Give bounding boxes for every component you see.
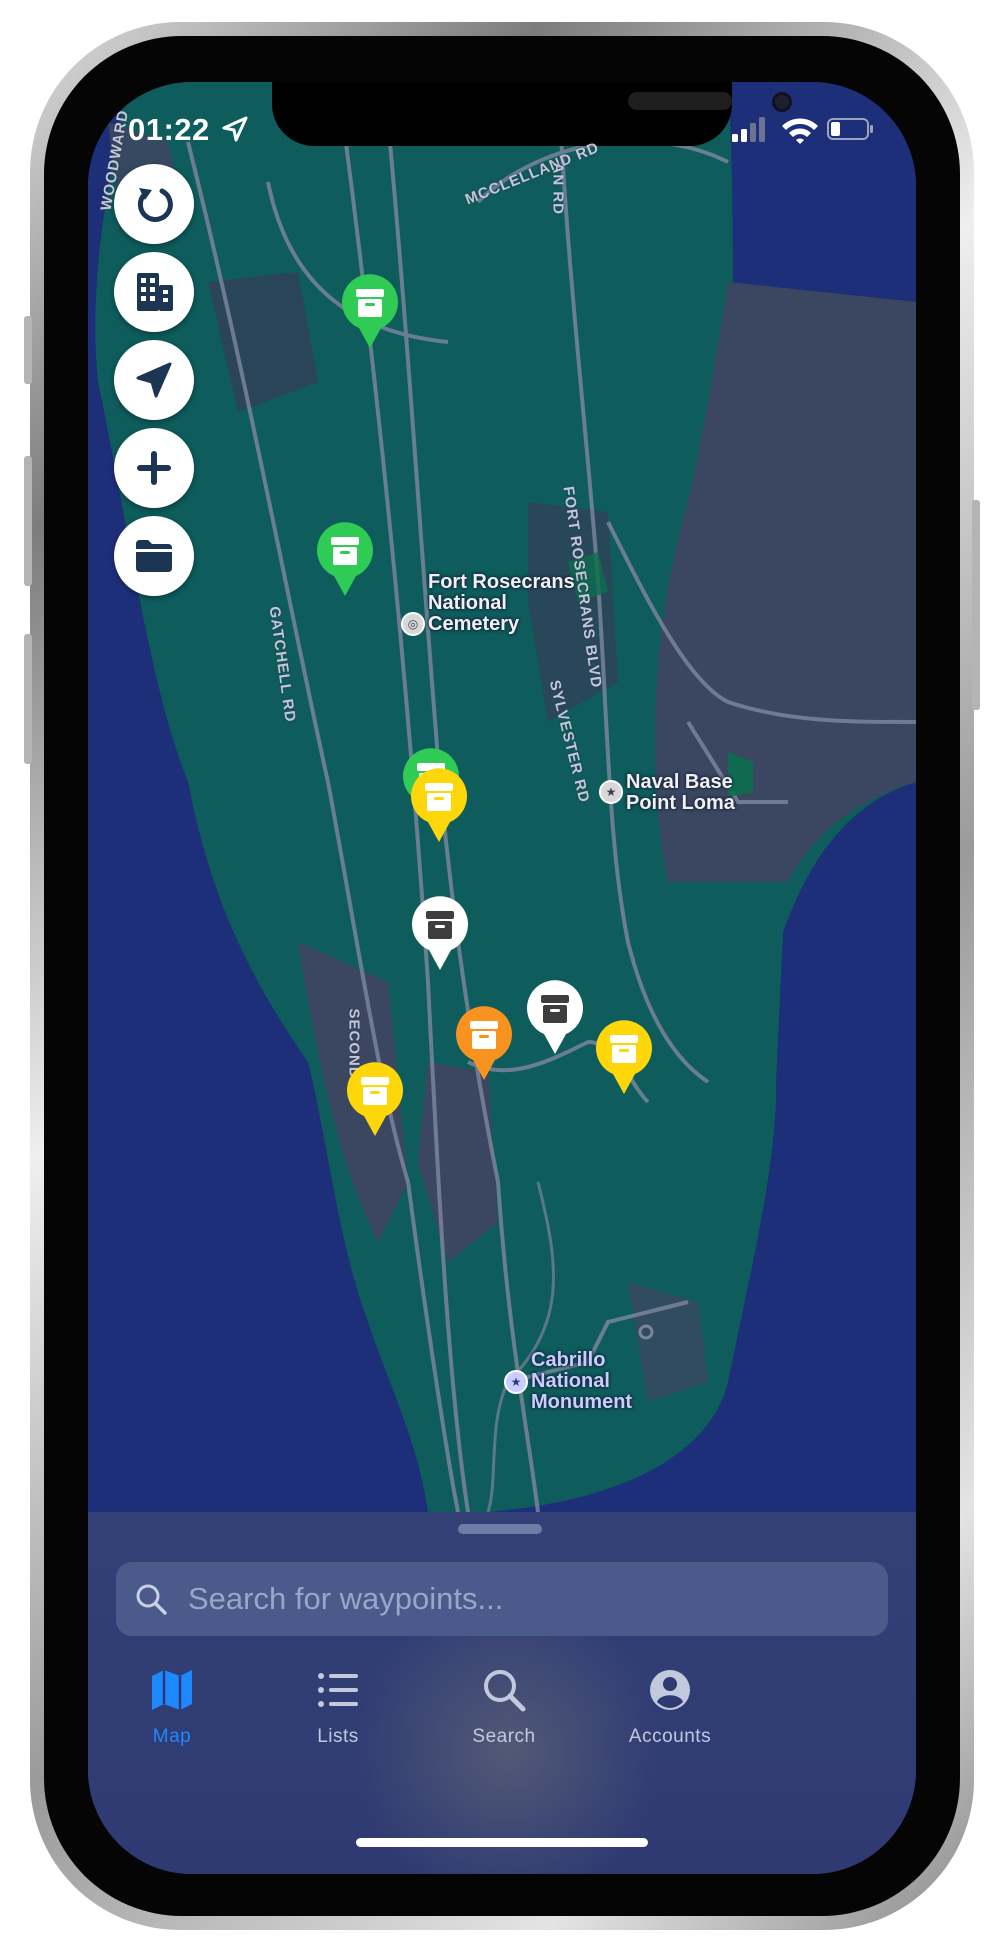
folder-icon	[136, 540, 172, 572]
bottom-sheet: Map Lists Search	[88, 1512, 916, 1874]
app-screen: 01:22 WOODWARD MCCLELLAND RD AN RD FORT …	[88, 82, 916, 1874]
speaker-grille	[628, 92, 732, 110]
search-input[interactable]	[188, 1562, 868, 1636]
power-button	[972, 500, 980, 710]
cemetery-icon: ◎	[401, 612, 425, 636]
silent-switch	[24, 316, 32, 384]
list-icon	[318, 1673, 358, 1707]
cellular-signal-icon	[732, 117, 765, 142]
tab-lists[interactable]: Lists	[266, 1668, 406, 1768]
notch	[272, 82, 792, 146]
cache-box-icon	[342, 274, 398, 348]
map-icon	[152, 1670, 192, 1710]
home-indicator	[356, 1838, 648, 1847]
locate-me-button[interactable]	[114, 340, 194, 420]
folders-button[interactable]	[114, 516, 194, 596]
cache-box-icon	[317, 522, 373, 596]
sheet-grabber[interactable]	[458, 1524, 542, 1534]
location-services-icon	[222, 116, 248, 142]
cache-box-icon	[527, 980, 583, 1054]
front-camera	[772, 92, 792, 112]
tab-label: Accounts	[628, 1726, 712, 1747]
status-indicators	[732, 117, 873, 144]
cache-box-icon	[412, 896, 468, 970]
magnifier-icon	[484, 1670, 526, 1712]
tab-label: Lists	[317, 1726, 359, 1747]
refresh-button[interactable]	[114, 164, 194, 244]
naval-base-label[interactable]: Naval Base Point Loma	[626, 772, 735, 814]
wifi-icon	[782, 118, 818, 144]
cache-box-icon	[596, 1020, 652, 1094]
battery-icon	[827, 118, 873, 140]
cache-box-icon	[411, 768, 467, 842]
tab-map[interactable]: Map	[100, 1668, 240, 1768]
status-time: 01:22	[128, 112, 210, 147]
road-label: AN RD	[549, 162, 567, 216]
map-style-button[interactable]	[114, 252, 194, 332]
waypoint-pin-yellow[interactable]	[593, 1018, 655, 1096]
add-waypoint-button[interactable]	[114, 428, 194, 508]
volume-up-button	[24, 456, 32, 586]
waypoint-pin-green[interactable]	[314, 520, 376, 598]
tab-label: Search	[472, 1726, 536, 1747]
cache-box-icon	[347, 1062, 403, 1136]
waypoint-pin-yellow[interactable]	[408, 766, 470, 844]
monument-icon: ★	[504, 1370, 528, 1394]
refresh-icon	[137, 188, 173, 222]
search-bar[interactable]	[116, 1562, 888, 1636]
tab-label: Map	[152, 1726, 192, 1747]
waypoint-pin-yellow[interactable]	[344, 1060, 406, 1138]
monument-label[interactable]: Cabrillo National Monument	[531, 1350, 632, 1413]
waypoint-pin-green[interactable]	[339, 272, 401, 350]
waypoint-pin-orange[interactable]	[453, 1004, 515, 1082]
search-icon	[136, 1584, 167, 1615]
waypoint-pin-white[interactable]	[524, 978, 586, 1056]
naval-base-icon: ★	[599, 780, 623, 804]
account-icon	[650, 1670, 690, 1710]
location-arrow-icon	[136, 362, 172, 398]
cache-box-icon	[456, 1006, 512, 1080]
waypoint-pin-white[interactable]	[409, 894, 471, 972]
volume-down-button	[24, 634, 32, 764]
plus-icon	[137, 451, 171, 485]
buildings-icon	[137, 273, 173, 311]
cemetery-label[interactable]: Fort Rosecrans National Cemetery	[428, 572, 575, 635]
tab-accounts[interactable]: Accounts	[598, 1668, 738, 1768]
tab-search[interactable]: Search	[432, 1668, 572, 1768]
tab-bar: Map Lists Search Accounts	[88, 1668, 916, 1778]
